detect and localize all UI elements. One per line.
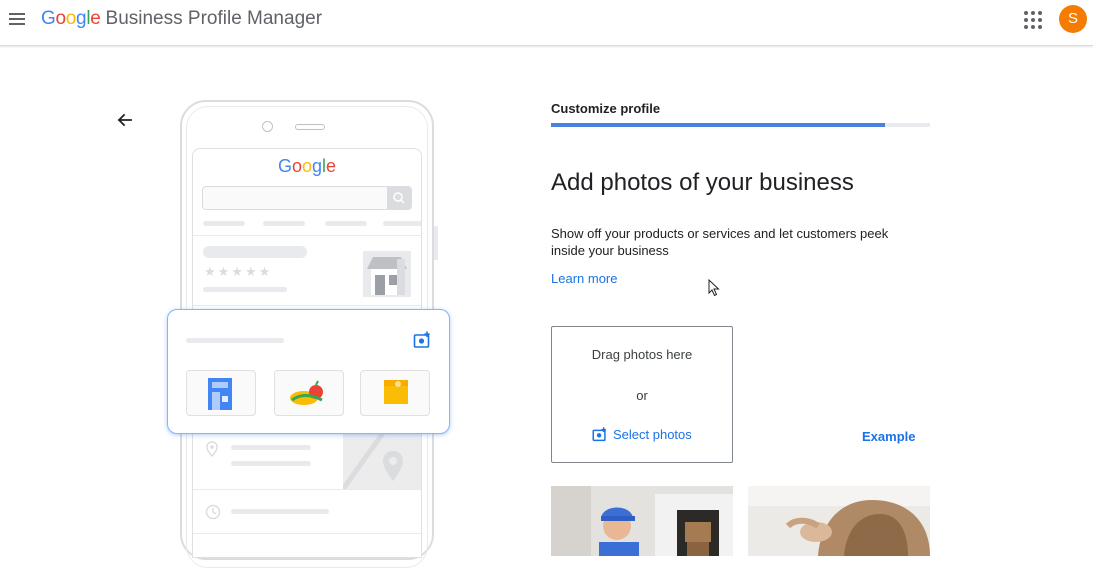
product-name: Business Profile Manager (105, 8, 323, 29)
google-logo: Google (41, 8, 101, 29)
example-button[interactable]: Example (862, 429, 915, 444)
photo-thumb-building (186, 370, 256, 416)
divider (193, 235, 421, 236)
mouse-cursor-icon (708, 278, 720, 302)
drop-zone-or: or (636, 388, 648, 403)
photo-drop-zone[interactable]: Drag photos here or Select photos (551, 326, 733, 463)
divider (193, 489, 421, 490)
screen-search-bar (202, 186, 412, 210)
placeholder-bar (231, 445, 311, 450)
photo-thumb-food (274, 370, 344, 416)
placeholder-bar (325, 221, 367, 226)
photos-card-illustration (167, 309, 450, 434)
storefront-icon (361, 249, 413, 304)
screen-search-icon (387, 187, 411, 209)
placeholder-bar (203, 287, 287, 292)
location-pin-icon (206, 441, 218, 462)
drop-zone-label: Drag photos here (591, 347, 693, 362)
step-label: Customize profile (551, 101, 661, 116)
placeholder-bar (203, 246, 307, 258)
apps-icon[interactable] (1024, 11, 1042, 29)
divider (193, 305, 421, 306)
screen-google-logo: Google (277, 156, 337, 176)
divider (193, 533, 421, 534)
map-thumbnail (340, 431, 421, 491)
add-photo-icon (413, 331, 431, 354)
rating-stars: ★★★★★ (204, 264, 273, 279)
placeholder-bar (263, 221, 305, 226)
phone-side-button (434, 226, 438, 260)
placeholder-bar (231, 461, 311, 466)
learn-more-link[interactable]: Learn more (551, 271, 617, 286)
top-app-bar: Google Business Profile Manager S (0, 0, 1093, 46)
progress-bar (551, 123, 930, 127)
phone-camera (262, 121, 273, 132)
account-avatar[interactable]: S (1059, 5, 1087, 33)
main-menu-button[interactable] (7, 9, 27, 29)
select-photos-label: Select photos (613, 427, 692, 442)
select-photos-button[interactable]: Select photos (592, 427, 692, 442)
placeholder-bar (203, 221, 245, 226)
clock-icon (205, 504, 221, 525)
placeholder-bar (383, 221, 421, 226)
back-arrow-icon[interactable] (115, 110, 135, 130)
placeholder-bar (186, 338, 284, 343)
brand-logo[interactable]: Google Business Profile Manager (41, 8, 322, 30)
placeholder-bar (231, 509, 329, 514)
add-photo-icon (592, 427, 613, 442)
progress-bar-fill (551, 123, 885, 127)
phone-speaker (295, 124, 325, 130)
photo-thumb-package (360, 370, 430, 416)
page-title: Add photos of your business (551, 169, 854, 196)
page-description: Show off your products or services and l… (551, 226, 889, 258)
